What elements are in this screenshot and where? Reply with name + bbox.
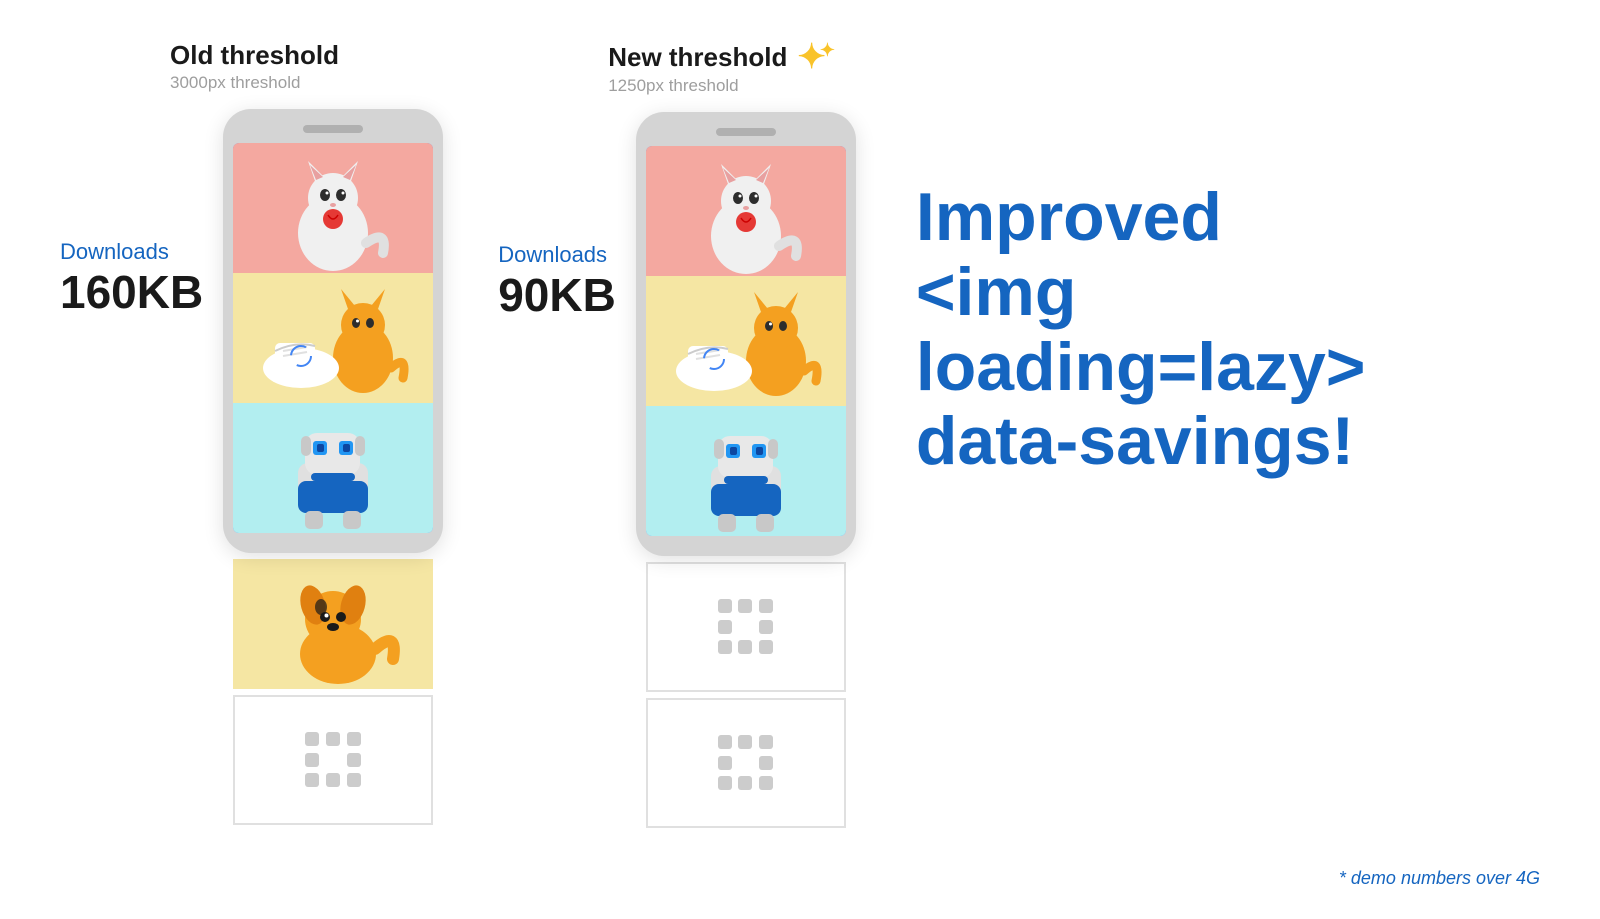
orange-cat-shoe-illustration-2 <box>646 276 846 406</box>
left-phone-column <box>223 109 443 825</box>
robot-dog-illustration-2 <box>646 406 846 536</box>
yellow-dog-illustration <box>233 559 433 689</box>
sparkle-icon: ✦✦ <box>797 40 835 74</box>
left-downloads-info: Downloads 160KB <box>60 239 203 315</box>
left-cat-tile <box>233 143 433 273</box>
left-below-images <box>233 559 433 825</box>
left-robot-dog-tile <box>233 403 433 533</box>
left-phone <box>223 109 443 553</box>
right-phone-screen <box>646 146 846 536</box>
headline-line1: Improved <box>916 179 1222 255</box>
left-threshold-title: Old threshold <box>170 40 339 71</box>
cat-illustration <box>233 143 433 273</box>
phone-notch-left <box>303 125 363 133</box>
cat-illustration-2 <box>646 146 846 276</box>
headline-line3: data-savings! <box>916 403 1354 479</box>
right-subtitle-text: 1250px threshold <box>608 76 835 96</box>
left-downloads-size: 160KB <box>60 269 203 315</box>
headline-line2: <img loading=lazy> <box>916 254 1366 405</box>
right-loading-placeholder-2 <box>646 698 846 828</box>
right-phone-column <box>636 112 856 828</box>
left-downloads-label: Downloads <box>60 239 169 265</box>
right-threshold-info: New threshold ✦✦ 1250px threshold <box>608 40 835 96</box>
left-threshold-info: Old threshold 3000px threshold <box>170 40 339 93</box>
right-downloads-size: 90KB <box>498 272 616 318</box>
right-phone <box>636 112 856 556</box>
page-container: Old threshold 3000px threshold Downloads… <box>0 0 1600 919</box>
right-phone-and-downloads: Downloads 90KB <box>498 112 856 828</box>
left-phone-section: Old threshold 3000px threshold Downloads… <box>60 40 443 825</box>
spinner-right-2 <box>718 735 774 791</box>
robot-dog-illustration <box>233 403 433 533</box>
left-header: Old threshold 3000px threshold <box>170 40 443 93</box>
orange-cat-shoe-illustration <box>233 273 433 403</box>
right-threshold-title: New threshold ✦✦ <box>608 40 835 74</box>
left-phone-screen <box>233 143 433 533</box>
spinner-left <box>305 732 361 788</box>
left-yellow-dog-tile <box>233 559 433 689</box>
left-title-text: Old threshold <box>170 40 339 71</box>
improved-headline: Improved <img loading=lazy> data-savings… <box>916 180 1536 479</box>
right-phone-section: New threshold ✦✦ 1250px threshold Downlo… <box>498 40 856 828</box>
left-shoe-tile <box>233 273 433 403</box>
right-robot-dog-tile <box>646 406 846 536</box>
right-title-text: New threshold <box>608 42 787 73</box>
right-cat-tile <box>646 146 846 276</box>
right-header: New threshold ✦✦ 1250px threshold <box>608 40 856 96</box>
left-phone-and-downloads: Downloads 160KB <box>60 109 443 825</box>
demo-note: * demo numbers over 4G <box>1339 868 1540 889</box>
right-shoe-tile <box>646 276 846 406</box>
left-subtitle-text: 3000px threshold <box>170 73 339 93</box>
right-downloads-info: Downloads 90KB <box>498 242 616 318</box>
right-below-images <box>646 562 846 828</box>
spinner-right-1 <box>718 599 774 655</box>
right-text-area: Improved <img loading=lazy> data-savings… <box>916 180 1536 479</box>
left-loading-placeholder <box>233 695 433 825</box>
phone-notch-right <box>716 128 776 136</box>
right-downloads-label: Downloads <box>498 242 607 268</box>
right-loading-placeholder-1 <box>646 562 846 692</box>
